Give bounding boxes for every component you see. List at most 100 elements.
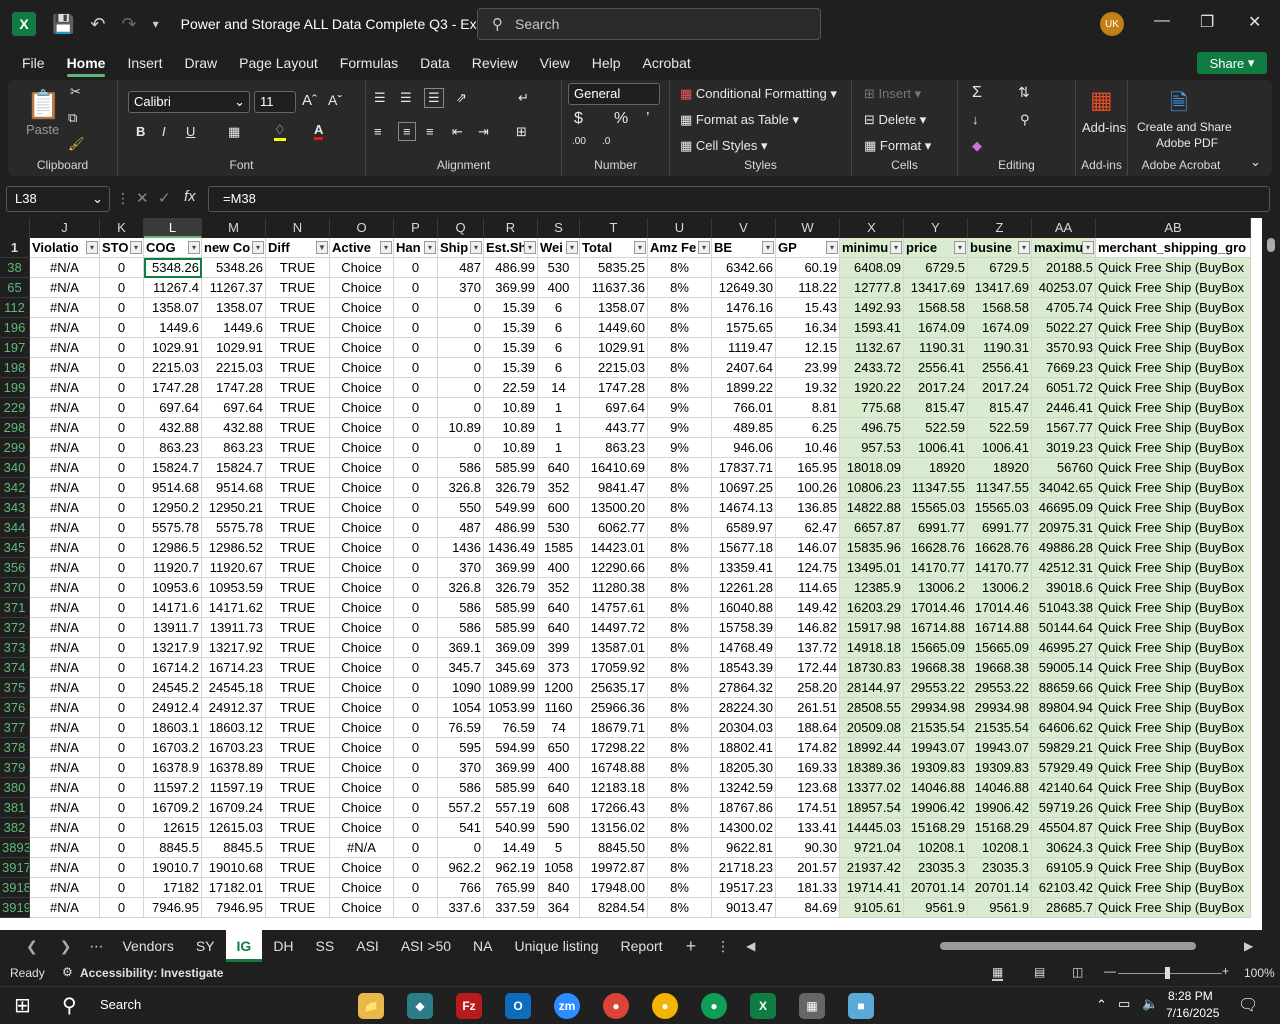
- grid-cell[interactable]: 0: [438, 838, 484, 858]
- grid-cell[interactable]: 15824.7: [202, 458, 266, 478]
- grid-cell[interactable]: 18920: [904, 458, 968, 478]
- grid-cell[interactable]: 0: [100, 698, 144, 718]
- grid-cell[interactable]: Quick Free Ship (BuyBox: [1096, 698, 1251, 718]
- grid-cell[interactable]: 16714.88: [904, 618, 968, 638]
- grid-cell[interactable]: 697.64: [580, 398, 648, 418]
- grid-cell[interactable]: 0: [100, 438, 144, 458]
- grid-cell[interactable]: 16378.9: [144, 758, 202, 778]
- column-title[interactable]: busine ▾: [968, 238, 1032, 258]
- grid-cell[interactable]: 14300.02: [712, 818, 776, 838]
- column-title[interactable]: minimu ▾: [840, 238, 904, 258]
- grid-cell[interactable]: Quick Free Ship (BuyBox: [1096, 478, 1251, 498]
- grid-cell[interactable]: 137.72: [776, 638, 840, 658]
- grid-cell[interactable]: 10208.1: [904, 838, 968, 858]
- grid-cell[interactable]: Quick Free Ship (BuyBox: [1096, 418, 1251, 438]
- grid-cell[interactable]: 2215.03: [580, 358, 648, 378]
- grid-cell[interactable]: 42140.64: [1032, 778, 1096, 798]
- column-header-z[interactable]: Z: [968, 218, 1032, 238]
- column-header-w[interactable]: W: [776, 218, 840, 238]
- grid-cell[interactable]: TRUE: [266, 818, 330, 838]
- grid-cell[interactable]: #N/A: [30, 898, 100, 918]
- grid-cell[interactable]: 5575.78: [144, 518, 202, 538]
- filter-dropdown-icon[interactable]: ▾: [252, 241, 264, 254]
- grid-cell[interactable]: Choice: [330, 278, 394, 298]
- comma-icon[interactable]: ’: [646, 110, 650, 128]
- more-sheets-icon[interactable]: ⋯: [89, 938, 103, 955]
- grid-cell[interactable]: 775.68: [840, 398, 904, 418]
- row-header[interactable]: 340: [0, 458, 30, 478]
- grid-cell[interactable]: 10.89: [484, 398, 538, 418]
- grid-cell[interactable]: Quick Free Ship (BuyBox: [1096, 398, 1251, 418]
- row-header[interactable]: 198: [0, 358, 30, 378]
- app-2-icon[interactable]: ■: [848, 993, 874, 1019]
- grid-cell[interactable]: 146.82: [776, 618, 840, 638]
- grid-cell[interactable]: Choice: [330, 678, 394, 698]
- grid-cell[interactable]: TRUE: [266, 518, 330, 538]
- column-title[interactable]: Amz Fe ▾: [648, 238, 712, 258]
- column-title[interactable]: Han ▾: [394, 238, 438, 258]
- increase-indent-icon[interactable]: ⇥: [478, 124, 489, 140]
- minimize-icon[interactable]: —: [1154, 12, 1170, 30]
- grid-cell[interactable]: 0: [100, 578, 144, 598]
- grid-cell[interactable]: 0: [394, 618, 438, 638]
- grid-cell[interactable]: 337.59: [484, 898, 538, 918]
- grid-cell[interactable]: 16709.2: [144, 798, 202, 818]
- filter-dropdown-icon[interactable]: ▾: [424, 241, 436, 254]
- font-color-icon[interactable]: A: [314, 122, 324, 140]
- grid-cell[interactable]: TRUE: [266, 778, 330, 798]
- grid-cell[interactable]: 0: [100, 798, 144, 818]
- sheet-tab-na[interactable]: NA: [462, 930, 503, 962]
- align-top-icon[interactable]: ☰: [374, 90, 386, 106]
- row-header[interactable]: 344: [0, 518, 30, 538]
- grid-cell[interactable]: 15824.7: [144, 458, 202, 478]
- grid-cell[interactable]: 25966.36: [580, 698, 648, 718]
- bold-icon[interactable]: B: [136, 124, 145, 139]
- grid-cell[interactable]: 522.59: [904, 418, 968, 438]
- grid-cell[interactable]: 10953.59: [202, 578, 266, 598]
- grid-cell[interactable]: 0: [394, 378, 438, 398]
- column-header-k[interactable]: K: [100, 218, 144, 238]
- grid-cell[interactable]: 14: [538, 378, 580, 398]
- grid-cell[interactable]: TRUE: [266, 738, 330, 758]
- grid-cell[interactable]: 15.39: [484, 338, 538, 358]
- grid-cell[interactable]: 1029.91: [202, 338, 266, 358]
- column-title[interactable]: Violatio ▾: [30, 238, 100, 258]
- grid-cell[interactable]: 16714.88: [968, 618, 1032, 638]
- grid-cell[interactable]: 496.75: [840, 418, 904, 438]
- grid-cell[interactable]: 9561.9: [904, 898, 968, 918]
- grid-cell[interactable]: 0: [394, 538, 438, 558]
- grid-cell[interactable]: 0: [394, 258, 438, 278]
- grid-cell[interactable]: 0: [394, 458, 438, 478]
- grid-cell[interactable]: 530: [538, 258, 580, 278]
- grid-cell[interactable]: 8%: [648, 798, 712, 818]
- grid-cell[interactable]: 8%: [648, 478, 712, 498]
- grid-cell[interactable]: 487: [438, 518, 484, 538]
- grid-cell[interactable]: 640: [538, 598, 580, 618]
- grid-cell[interactable]: Quick Free Ship (BuyBox: [1096, 618, 1251, 638]
- grid-cell[interactable]: 14822.88: [840, 498, 904, 518]
- grid-cell[interactable]: 0: [394, 738, 438, 758]
- grid-cell[interactable]: 1899.22: [712, 378, 776, 398]
- grid-cell[interactable]: 17059.92: [580, 658, 648, 678]
- grid-cell[interactable]: Quick Free Ship (BuyBox: [1096, 678, 1251, 698]
- column-header-m[interactable]: M: [202, 218, 266, 238]
- grid-cell[interactable]: 326.79: [484, 578, 538, 598]
- tab-file[interactable]: File: [22, 55, 45, 71]
- grid-cell[interactable]: 45504.87: [1032, 818, 1096, 838]
- grid-cell[interactable]: 9514.68: [202, 478, 266, 498]
- grid-cell[interactable]: 0: [100, 498, 144, 518]
- grid-cell[interactable]: 600: [538, 498, 580, 518]
- grid-cell[interactable]: TRUE: [266, 898, 330, 918]
- grid-cell[interactable]: 13242.59: [712, 778, 776, 798]
- grid-cell[interactable]: 1089.99: [484, 678, 538, 698]
- grid-cell[interactable]: 14423.01: [580, 538, 648, 558]
- grid-cell[interactable]: #N/A: [30, 838, 100, 858]
- scroll-left-icon[interactable]: ◀: [746, 939, 755, 953]
- grid-cell[interactable]: 13500.20: [580, 498, 648, 518]
- grid-cell[interactable]: 550: [438, 498, 484, 518]
- grid-cell[interactable]: 487: [438, 258, 484, 278]
- avatar[interactable]: UK: [1100, 12, 1124, 36]
- grid-cell[interactable]: 16040.88: [712, 598, 776, 618]
- grid-cell[interactable]: 15665.09: [968, 638, 1032, 658]
- grid-cell[interactable]: Quick Free Ship (BuyBox: [1096, 798, 1251, 818]
